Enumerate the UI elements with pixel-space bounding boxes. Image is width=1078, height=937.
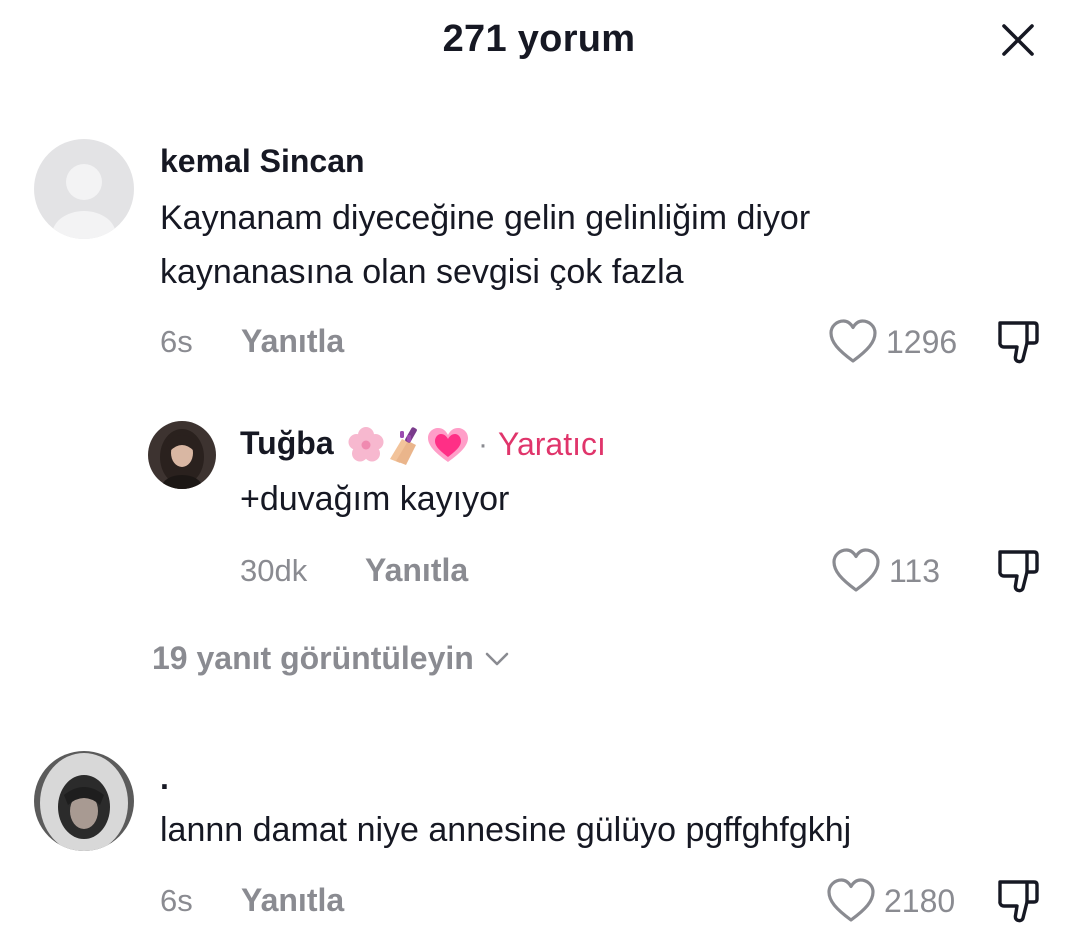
comment-text-line: lannn damat niye annesine gülüyo pgffghf…: [160, 811, 852, 849]
reply-button[interactable]: Yanıtla: [241, 323, 344, 360]
view-replies-button[interactable]: 19 yanıt görüntüleyin: [152, 640, 510, 677]
creator-badge: Yaratıcı: [498, 426, 606, 462]
like-count: 1296: [886, 324, 958, 360]
comment-username[interactable]: kemal Sincan: [160, 143, 365, 180]
reply-time: 30dk: [240, 553, 308, 588]
dislike-icon[interactable]: [994, 547, 1042, 595]
reply-button[interactable]: Yanıtla: [365, 552, 468, 589]
comment-text-line: kaynanasına olan sevgisi çok fazla: [160, 253, 684, 291]
dislike-icon[interactable]: [994, 877, 1042, 925]
comment-time: 6s: [160, 324, 193, 359]
cherry-blossom-icon: [348, 427, 384, 462]
comment-avatar[interactable]: [34, 139, 134, 239]
like-count: 2180: [884, 883, 956, 919]
reply-text-line: +duvağım kayıyor: [240, 480, 510, 518]
dislike-icon[interactable]: [994, 318, 1042, 366]
heart-icon[interactable]: [828, 319, 878, 365]
reply-username[interactable]: Tuğba: [240, 425, 334, 462]
creator-separator: ·: [478, 428, 488, 461]
chevron-down-icon: [485, 652, 509, 665]
growing-heart-icon: [428, 428, 468, 462]
heart-icon[interactable]: [831, 548, 881, 594]
reply-button[interactable]: Yanıtla: [241, 882, 344, 919]
comment-text-line: Kaynanam diyeceğine gelin gelinliğim diy…: [160, 199, 811, 237]
view-replies-label: 19 yanıt görüntüleyin: [152, 640, 474, 676]
reply-avatar[interactable]: [148, 421, 216, 489]
username-emojis: [344, 424, 474, 465]
heart-icon[interactable]: [826, 878, 876, 924]
like-count: 113: [889, 553, 941, 589]
nail-polish-icon: [390, 427, 417, 465]
comment-avatar[interactable]: [34, 751, 134, 851]
comment-username[interactable]: .: [160, 760, 169, 797]
comment-time: 6s: [160, 883, 193, 918]
comments-header-title: 271 yorum: [442, 18, 636, 60]
close-icon[interactable]: [996, 18, 1040, 62]
